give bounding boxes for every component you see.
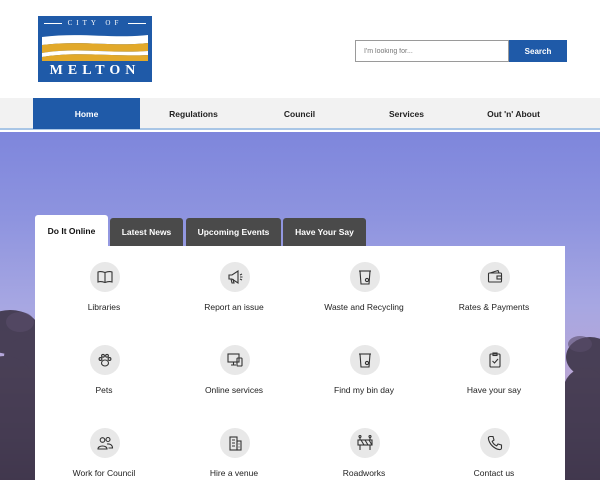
roadblock-icon [350,428,380,458]
tile-contact-us[interactable]: Contact us [428,412,560,480]
nav-item-regulations[interactable]: Regulations [140,98,247,129]
megaphone-icon [220,262,250,292]
logo-top-text: CITY OF [67,19,123,27]
do-it-online-panel: Libraries Report an issue Waste and Recy… [35,246,565,480]
tile-label: Contact us [473,468,515,478]
main-nav: Home Regulations Council Services Out 'n… [0,98,600,130]
tile-work-for-council[interactable]: Work for Council [38,412,170,480]
logo-landscape-icon [42,29,148,61]
clipboard-check-icon [480,345,510,375]
tab-upcoming-events[interactable]: Upcoming Events [186,218,281,246]
search-input[interactable] [355,40,509,62]
tile-label: Hire a venue [209,468,259,478]
building-icon [220,428,250,458]
tile-label: Rates & Payments [458,302,530,312]
phone-icon [480,428,510,458]
site-header: CITY OF MELTON Search [0,0,600,98]
tile-report-an-issue[interactable]: Report an issue [168,246,300,328]
tile-rates-and-payments[interactable]: Rates & Payments [428,246,560,328]
tile-label: Work for Council [72,468,136,478]
search-button[interactable]: Search [509,40,567,62]
tab-do-it-online[interactable]: Do It Online [35,215,108,246]
bin-icon [350,345,380,375]
tile-libraries[interactable]: Libraries [38,246,170,328]
tile-hire-a-venue[interactable]: Hire a venue [168,412,300,480]
tile-label: Pets [95,385,113,395]
tile-label: Libraries [87,302,121,312]
nav-item-council[interactable]: Council [246,98,353,129]
tile-roadworks[interactable]: Roadworks [298,412,430,480]
bin-icon [350,262,380,292]
nav-item-out-n-about[interactable]: Out 'n' About [460,98,567,129]
paw-icon [90,345,120,375]
wallet-icon [480,262,510,292]
tile-waste-and-recycling[interactable]: Waste and Recycling [298,246,430,328]
people-icon [90,428,120,458]
book-icon [90,262,120,292]
tile-pets[interactable]: Pets [38,329,170,411]
tile-online-services[interactable]: Online services [168,329,300,411]
nav-item-services[interactable]: Services [353,98,460,129]
city-of-melton-logo[interactable]: CITY OF MELTON [38,16,152,82]
tile-have-your-say[interactable]: Have your say [428,329,560,411]
tab-latest-news[interactable]: Latest News [110,218,183,246]
tab-have-your-say[interactable]: Have Your Say [283,218,366,246]
tile-label: Waste and Recycling [324,302,404,312]
tile-find-my-bin-day[interactable]: Find my bin day [298,329,430,411]
tile-label: Roadworks [342,468,386,478]
devices-icon [220,345,250,375]
tile-label: Report an issue [204,302,264,312]
tile-label: Have your say [466,385,522,395]
logo-name-text: MELTON [49,63,141,78]
tile-label: Online services [204,385,264,395]
tile-label: Find my bin day [334,385,394,395]
nav-item-home[interactable]: Home [33,98,140,129]
